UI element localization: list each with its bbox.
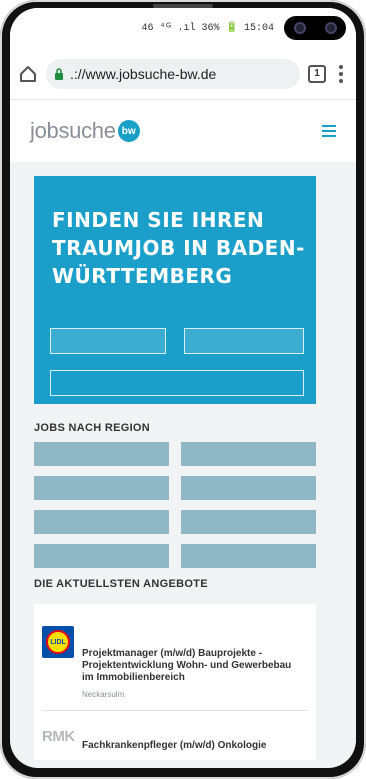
job-list: LIDL Projektmanager (m/w/d) Bauprojekte … xyxy=(34,604,316,760)
lock-icon xyxy=(55,67,63,80)
region-button-grid xyxy=(34,442,316,568)
region-button[interactable] xyxy=(34,510,169,534)
tabs-count-icon[interactable]: 1 xyxy=(308,64,326,83)
region-button[interactable] xyxy=(181,442,316,466)
divider xyxy=(42,710,308,711)
company-logo: RMK xyxy=(42,728,75,745)
job-location: Neckarsulm xyxy=(82,690,125,699)
region-button[interactable] xyxy=(34,442,169,466)
url-text: .://www.jobsuche-bw.de xyxy=(70,65,217,82)
hamburger-menu-icon[interactable] xyxy=(322,125,336,137)
front-camera xyxy=(284,16,346,40)
browser-toolbar: .://www.jobsuche-bw.de 1 xyxy=(10,48,356,100)
home-icon[interactable] xyxy=(18,64,38,84)
location-search-input[interactable] xyxy=(184,328,304,354)
browser-menu-icon[interactable] xyxy=(334,64,348,83)
keyword-search-input[interactable] xyxy=(50,328,166,354)
camera-lens-icon xyxy=(324,22,337,34)
company-logo-text: LIDL xyxy=(46,630,70,654)
site-logo[interactable]: jobsuche xyxy=(30,118,116,144)
find-jobs-button[interactable] xyxy=(50,370,304,396)
hero-search-panel: FINDEN SIE IHREN TRAUMJOB IN BADEN-WÜRTT… xyxy=(34,176,316,404)
site-logo-badge: bw xyxy=(117,120,140,142)
region-button[interactable] xyxy=(181,476,316,500)
company-logo: LIDL xyxy=(42,626,74,658)
latest-offers-heading: DIE AKTUELLSTEN ANGEBOTE xyxy=(34,578,208,590)
hero-title: FINDEN SIE IHREN TRAUMJOB IN BADEN-WÜRTT… xyxy=(52,208,305,288)
status-bar: 46 ⁴ᴳ .ıl 36% 🔋 15:04 xyxy=(10,8,356,48)
status-indicators: 46 ⁴ᴳ .ıl 36% 🔋 15:04 xyxy=(141,23,274,34)
camera-lens-icon xyxy=(293,22,306,34)
job-title[interactable]: Projektmanager (m/w/d) Bauprojekte - Pro… xyxy=(82,648,298,684)
regions-heading: JOBS NACH REGION xyxy=(34,422,151,434)
phone-screen: 46 ⁴ᴳ .ıl 36% 🔋 15:04 .://www.jobsuche-b… xyxy=(10,8,356,768)
url-bar[interactable]: .://www.jobsuche-bw.de xyxy=(46,58,300,89)
region-button[interactable] xyxy=(34,544,169,568)
site-header: jobsuche bw xyxy=(10,100,356,162)
region-button[interactable] xyxy=(181,510,316,534)
region-button[interactable] xyxy=(181,544,316,568)
region-button[interactable] xyxy=(34,476,169,500)
job-title[interactable]: Fachkrankenpfleger (m/w/d) Onkologie xyxy=(82,740,298,752)
